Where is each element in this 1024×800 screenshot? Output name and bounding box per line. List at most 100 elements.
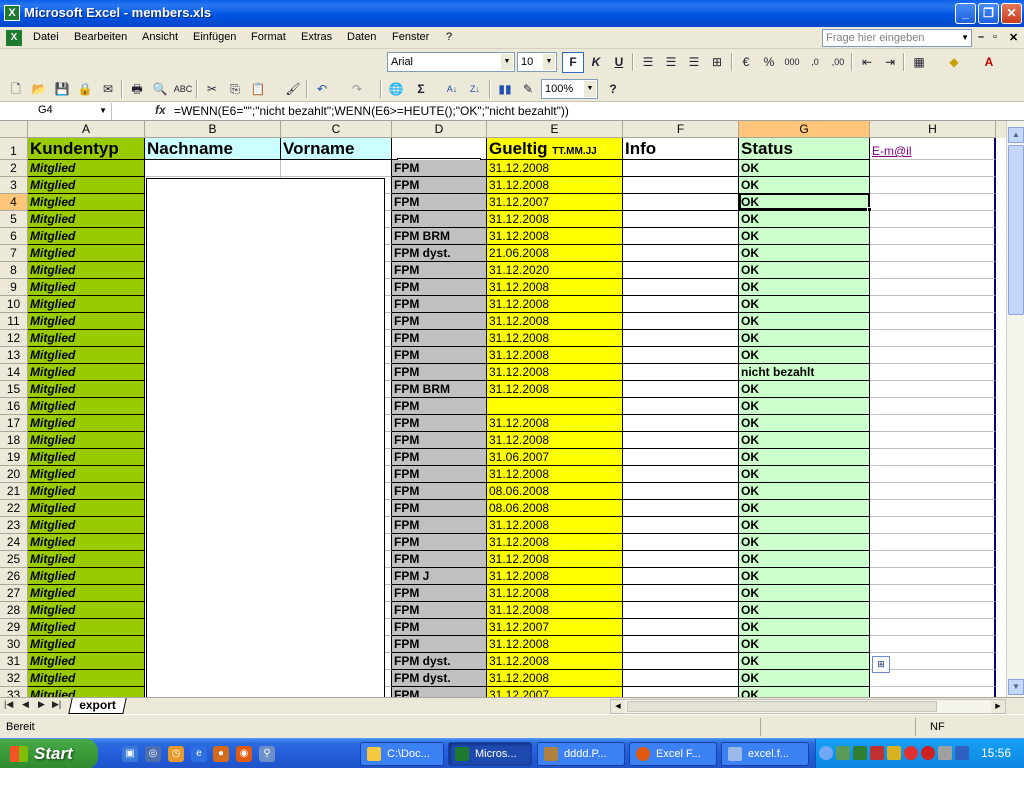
row-header[interactable]: 29 <box>0 619 28 636</box>
cell-c1[interactable]: Vorname <box>281 138 392 160</box>
cell-email[interactable] <box>870 228 996 245</box>
menu-help[interactable]: ? <box>446 31 452 43</box>
cell-typ[interactable]: FPM <box>392 585 487 602</box>
cell-status[interactable]: OK <box>739 296 870 313</box>
cell-info[interactable] <box>623 517 739 534</box>
email-icon[interactable]: ✉ <box>97 79 119 100</box>
menu-daten[interactable]: Daten <box>347 31 376 43</box>
cell-gueltig[interactable]: 31.12.2008 <box>487 551 623 568</box>
tray-shield-icon[interactable] <box>870 746 884 760</box>
tray-expand-icon[interactable] <box>819 746 833 760</box>
cell-gueltig[interactable]: 21.06.2008 <box>487 245 623 262</box>
row-header[interactable]: 10 <box>0 296 28 313</box>
font-size-select[interactable]: 10 ▼ <box>517 52 557 72</box>
row-header[interactable]: 30 <box>0 636 28 653</box>
cell-info[interactable] <box>623 585 739 602</box>
cell-typ[interactable]: FPM <box>392 296 487 313</box>
cell-gueltig[interactable]: 31.12.2008 <box>487 228 623 245</box>
row-header[interactable]: 9 <box>0 279 28 296</box>
row-header[interactable]: 6 <box>0 228 28 245</box>
cell-typ[interactable]: FPM dyst. <box>392 653 487 670</box>
first-sheet-icon[interactable]: |◀ <box>4 699 13 710</box>
column-header-h[interactable]: H <box>870 121 996 138</box>
borders-icon[interactable]: ▦ <box>908 52 930 73</box>
cell-kundentyp[interactable]: Mitglied <box>28 245 145 262</box>
cell-email[interactable] <box>870 398 996 415</box>
next-sheet-icon[interactable]: ▶ <box>38 699 45 710</box>
cell-info[interactable] <box>623 432 739 449</box>
cell-kundentyp[interactable]: Mitglied <box>28 160 145 177</box>
merge-center-icon[interactable]: ⊞ <box>706 52 728 73</box>
cell-gueltig[interactable]: 08.06.2008 <box>487 483 623 500</box>
cell-info[interactable] <box>623 602 739 619</box>
chart-wizard-icon[interactable]: ▮▮ <box>494 79 516 100</box>
cell-typ[interactable]: FPM BRM <box>392 228 487 245</box>
sheet-tab-export[interactable]: export <box>68 698 127 714</box>
cell-gueltig[interactable]: 31.12.2008 <box>487 670 623 687</box>
cell-typ[interactable]: FPM <box>392 500 487 517</box>
cell-info[interactable] <box>623 449 739 466</box>
cell-d1[interactable] <box>392 138 487 160</box>
minimize-button[interactable]: _ <box>955 3 976 24</box>
chevron-down-icon[interactable]: ▼ <box>961 30 969 46</box>
row-header[interactable]: 25 <box>0 551 28 568</box>
cell-gueltig[interactable]: 31.12.2008 <box>487 653 623 670</box>
row-header[interactable]: 16 <box>0 398 28 415</box>
select-all-corner[interactable] <box>0 121 28 138</box>
doc-restore-button[interactable]: ▫ <box>993 31 997 43</box>
decrease-indent-icon[interactable]: ⇤ <box>856 52 878 73</box>
cell-email[interactable] <box>870 500 996 517</box>
cell-status[interactable]: OK <box>739 483 870 500</box>
cell-typ[interactable]: FPM <box>392 160 487 177</box>
cell-email[interactable] <box>870 483 996 500</box>
cell-info[interactable] <box>623 245 739 262</box>
paste-icon[interactable]: 📋 <box>247 79 269 100</box>
save-icon[interactable]: 💾 <box>51 79 73 100</box>
scroll-left-icon[interactable]: ◀ <box>611 700 625 713</box>
cell-kundentyp[interactable]: Mitglied <box>28 687 145 697</box>
hyperlink-icon[interactable]: 🌐 <box>385 79 407 100</box>
cell-gueltig[interactable]: 31.12.2008 <box>487 381 623 398</box>
cell-typ[interactable]: FPM <box>392 619 487 636</box>
cell-info[interactable] <box>623 636 739 653</box>
cell-gueltig[interactable]: 31.12.2008 <box>487 313 623 330</box>
cell-kundentyp[interactable]: Mitglied <box>28 211 145 228</box>
title-bar[interactable]: X Microsoft Excel - members.xls _ ❐ ✕ <box>0 0 1024 27</box>
cell-kundentyp[interactable]: Mitglied <box>28 313 145 330</box>
row-header[interactable]: 11 <box>0 313 28 330</box>
chevron-down-icon[interactable]: ▼ <box>501 54 513 70</box>
cell-kundentyp[interactable]: Mitglied <box>28 602 145 619</box>
scroll-right-icon[interactable]: ▶ <box>991 700 1005 713</box>
percent-icon[interactable]: % <box>758 52 780 73</box>
cell-typ[interactable]: FPM dyst. <box>392 670 487 687</box>
permission-icon[interactable]: 🔒 <box>74 79 96 100</box>
email-link[interactable]: E-m@il <box>872 144 912 158</box>
tray-app-icon[interactable] <box>853 746 867 760</box>
quicklaunch-clock-icon[interactable]: ◷ <box>168 746 184 762</box>
cell-typ[interactable]: FPM <box>392 262 487 279</box>
row-header[interactable]: 20 <box>0 466 28 483</box>
currency-icon[interactable]: € <box>735 52 757 73</box>
column-header-a[interactable]: A <box>28 121 145 138</box>
decrease-decimal-icon[interactable]: ,00 <box>827 52 849 73</box>
cell-status[interactable]: OK <box>739 551 870 568</box>
tray-flash-icon[interactable] <box>921 746 935 760</box>
cell-email[interactable] <box>870 568 996 585</box>
cell-email[interactable] <box>870 194 996 211</box>
cell-status[interactable]: OK <box>739 160 870 177</box>
column-header-f[interactable]: F <box>623 121 739 138</box>
cell-gueltig[interactable]: 31.12.2008 <box>487 211 623 228</box>
quicklaunch-picture-icon[interactable]: ▣ <box>122 746 138 762</box>
menu-format[interactable]: Format <box>251 31 286 43</box>
sort-ascending-icon[interactable]: A↓ <box>441 79 463 100</box>
cell-status[interactable]: OK <box>739 517 870 534</box>
row-header[interactable]: 28 <box>0 602 28 619</box>
cell-info[interactable] <box>623 381 739 398</box>
cell-email[interactable] <box>870 415 996 432</box>
cell-kundentyp[interactable]: Mitglied <box>28 177 145 194</box>
row-header[interactable]: 24 <box>0 534 28 551</box>
cell-status[interactable]: OK <box>739 313 870 330</box>
menu-fenster[interactable]: Fenster <box>392 31 429 43</box>
cell-info[interactable] <box>623 296 739 313</box>
menu-extras[interactable]: Extras <box>301 31 332 43</box>
